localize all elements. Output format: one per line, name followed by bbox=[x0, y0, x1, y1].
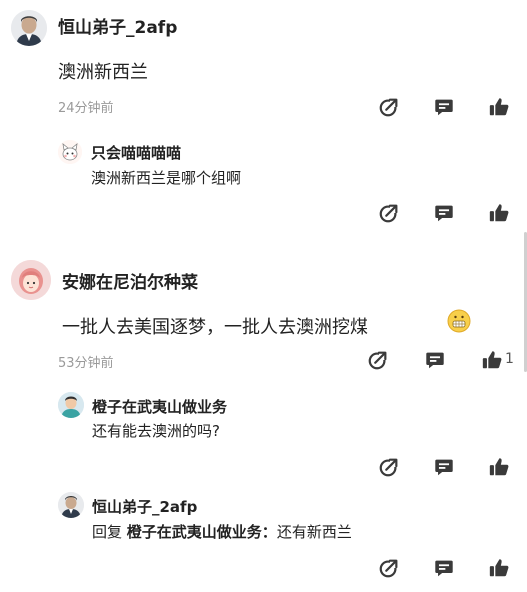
comment-icon[interactable] bbox=[433, 557, 455, 579]
share-icon[interactable] bbox=[378, 202, 400, 224]
comment-text: 澳洲新西兰 bbox=[58, 62, 148, 83]
username[interactable]: 恒山弟子_2afp bbox=[92, 496, 197, 517]
username[interactable]: 恒山弟子_2afp bbox=[58, 13, 177, 38]
share-icon[interactable] bbox=[378, 96, 400, 118]
avatar[interactable] bbox=[58, 392, 84, 418]
grimace-emoji-icon bbox=[447, 309, 471, 333]
like-icon[interactable] bbox=[488, 96, 510, 118]
reply-target-user[interactable]: 橙子在武夷山做业务： bbox=[127, 523, 277, 541]
comment-text: 还有能去澳洲的吗? bbox=[92, 422, 220, 440]
share-icon[interactable] bbox=[378, 456, 400, 478]
username[interactable]: 安娜在尼泊尔种菜 bbox=[62, 268, 198, 293]
comment-icon[interactable] bbox=[433, 202, 455, 224]
reply-prefix: 回复 bbox=[92, 523, 123, 541]
share-icon[interactable] bbox=[367, 349, 389, 371]
avatar[interactable] bbox=[58, 140, 82, 164]
reply-line: 回复 橙子在武夷山做业务：还有新西兰 bbox=[92, 521, 352, 542]
username[interactable]: 橙子在武夷山做业务 bbox=[92, 396, 227, 417]
comment-text: 澳洲新西兰是哪个组啊 bbox=[91, 169, 242, 187]
comment-icon[interactable] bbox=[433, 456, 455, 478]
like-icon[interactable] bbox=[488, 557, 510, 579]
timestamp: 24分钟前 bbox=[58, 101, 114, 116]
comment-icon[interactable] bbox=[433, 96, 455, 118]
avatar[interactable] bbox=[11, 10, 47, 46]
like-count: 1 bbox=[505, 351, 514, 367]
comment-icon[interactable] bbox=[424, 349, 446, 371]
share-icon[interactable] bbox=[378, 557, 400, 579]
avatar[interactable] bbox=[58, 492, 84, 518]
like-icon[interactable] bbox=[488, 456, 510, 478]
like-icon[interactable] bbox=[488, 202, 510, 224]
comment-text: 一批人去美国逐梦，一批人去澳洲挖煤 bbox=[62, 317, 368, 338]
username[interactable]: 只会喵喵喵喵 bbox=[91, 142, 181, 163]
avatar[interactable] bbox=[11, 260, 51, 300]
timestamp: 53分钟前 bbox=[58, 356, 114, 371]
like-icon[interactable] bbox=[481, 349, 503, 371]
reply-text: 还有新西兰 bbox=[276, 523, 352, 541]
